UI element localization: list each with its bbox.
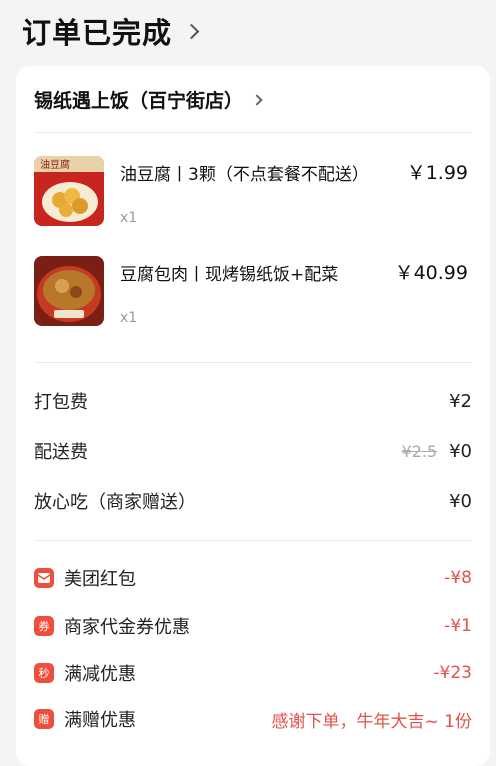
item-price: ￥40.99: [394, 262, 468, 284]
divider: [34, 362, 472, 363]
order-item[interactable]: 油豆腐 油豆腐丨3颗（不点套餐不配送） ￥1.99 x1: [34, 156, 472, 236]
item-price: ￥1.99: [406, 162, 468, 184]
order-status-title: 订单已完成: [22, 16, 173, 50]
discount-icon: 秒: [34, 663, 54, 683]
coupon-icon: 券: [34, 616, 54, 636]
promo-label: 满减优惠: [64, 664, 136, 685]
promo-value: -¥23: [433, 663, 472, 683]
chevron-right-icon: [183, 23, 200, 39]
item-quantity: x1: [120, 210, 138, 226]
shop-name: 锡纸遇上饭（百宁街店）: [34, 90, 244, 112]
fee-row: 放心吃（商家赠送） ¥0: [34, 487, 472, 515]
fee-value: ¥0: [449, 440, 472, 462]
fee-label: 打包费: [34, 392, 88, 413]
promo-row: 赠 满赠优惠 感谢下单，牛年大吉~ 1份: [34, 705, 472, 733]
order-card: 锡纸遇上饭（百宁街店） 油豆腐 油豆腐丨3颗（不点套餐不配送） ￥1.99 x1: [16, 66, 490, 766]
promo-label: 美团红包: [64, 569, 136, 590]
order-status-header[interactable]: 订单已完成: [22, 8, 200, 54]
promo-value: 感谢下单，牛年大吉~ 1份: [271, 711, 472, 732]
chevron-right-icon: [251, 93, 263, 106]
order-item[interactable]: 豆腐包肉丨现烤锡纸饭+配菜 ￥40.99 x1: [34, 256, 472, 336]
fee-row: 配送费 ¥2.5 ¥0: [34, 437, 472, 465]
promo-label: 满赠优惠: [64, 710, 136, 731]
gift-icon: 赠: [34, 709, 54, 729]
item-quantity: x1: [120, 310, 138, 326]
promo-row: 券 商家代金券优惠 -¥1: [34, 612, 472, 640]
envelope-icon: [34, 568, 54, 588]
item-thumbnail: [34, 256, 104, 326]
fee-label: 放心吃（商家赠送）: [34, 492, 196, 513]
item-name: 油豆腐丨3颗（不点套餐不配送）: [120, 165, 369, 185]
promo-value: -¥8: [444, 568, 472, 588]
promo-row: 秒 满减优惠 -¥23: [34, 659, 472, 687]
shop-link[interactable]: 锡纸遇上饭（百宁街店）: [34, 86, 263, 113]
item-name: 豆腐包肉丨现烤锡纸饭+配菜: [120, 265, 339, 285]
original-fee: ¥2.5: [401, 441, 438, 461]
promo-row: 美团红包 -¥8: [34, 564, 472, 592]
thumb-label: 油豆腐: [40, 158, 70, 171]
promo-label: 商家代金券优惠: [64, 617, 190, 638]
fee-value: ¥2: [449, 390, 472, 412]
promo-value: -¥1: [444, 616, 472, 636]
divider: [34, 132, 472, 133]
fee-row: 打包费 ¥2: [34, 387, 472, 415]
item-thumbnail: 油豆腐: [34, 156, 104, 226]
divider: [34, 540, 472, 541]
fee-label: 配送费: [34, 442, 88, 463]
fee-value: ¥0: [449, 490, 472, 512]
